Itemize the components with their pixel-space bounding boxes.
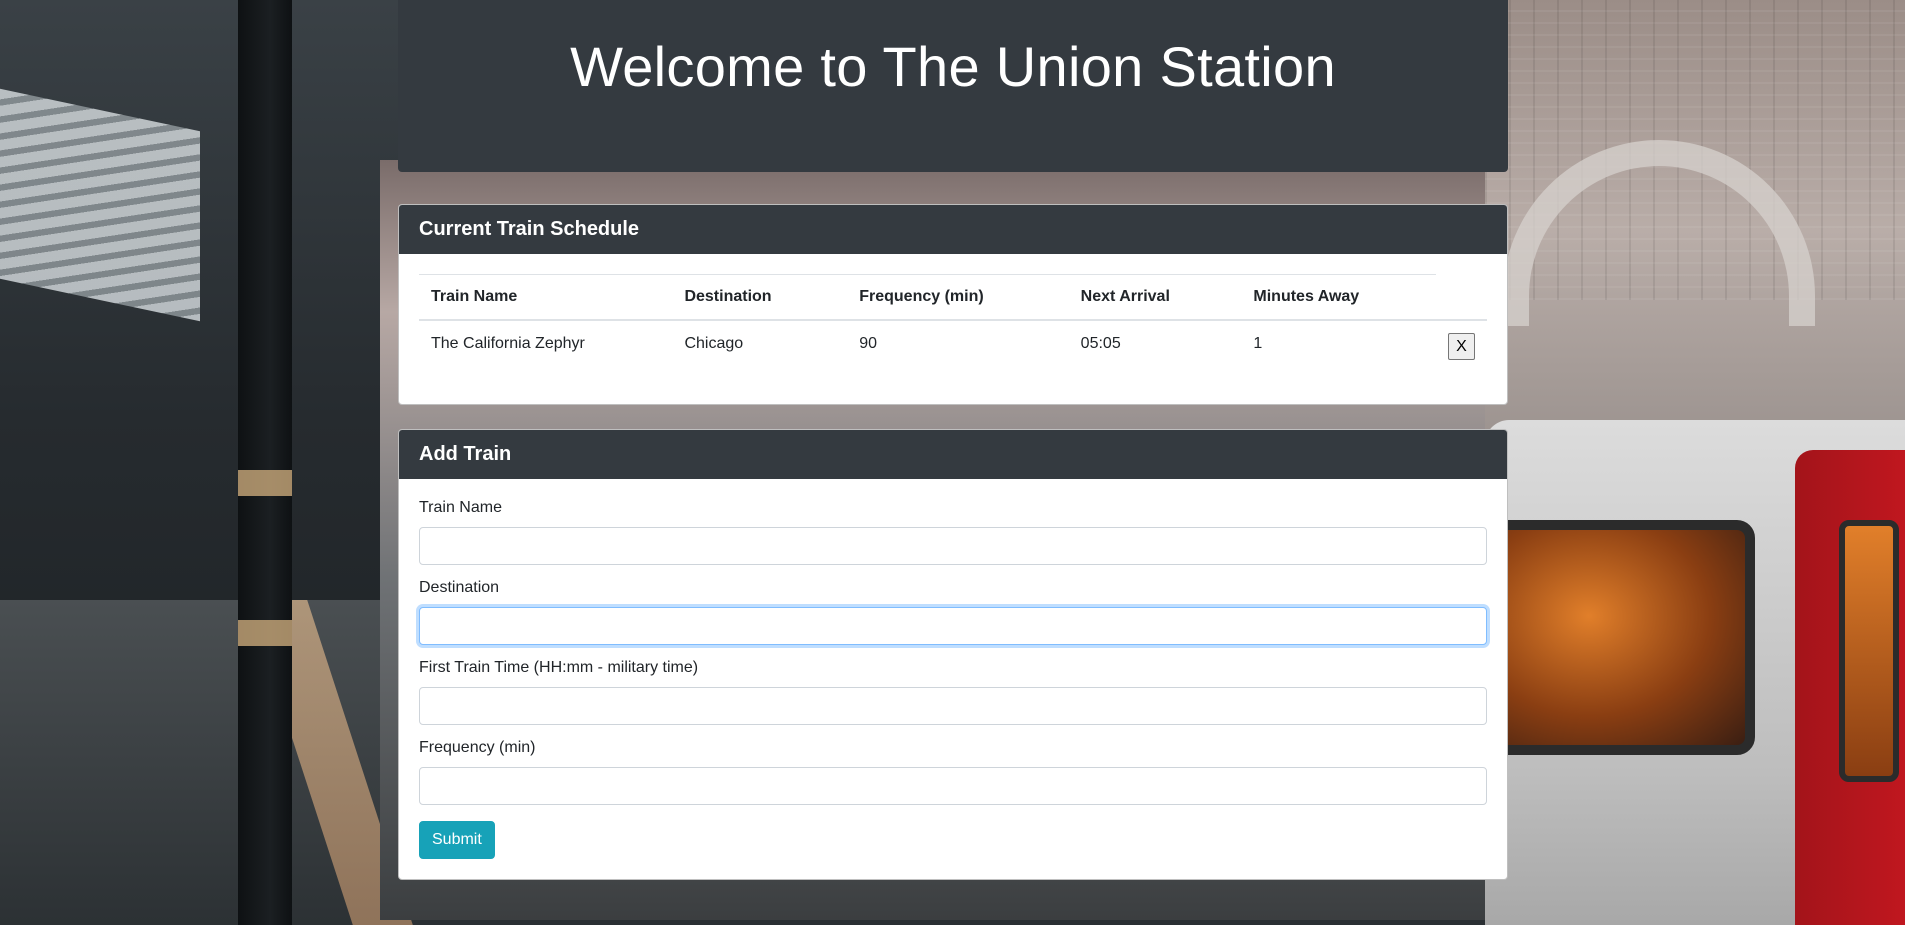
column-header-frequency: Frequency (min): [847, 274, 1069, 321]
cell-frequency: 90: [859, 335, 878, 352]
add-train-form: Train Name Destination First Train Time …: [399, 479, 1507, 879]
form-group-destination: Destination: [419, 579, 1487, 645]
pillar-band: [238, 620, 292, 646]
schedule-card: Current Train Schedule Train Name Destin…: [398, 204, 1508, 405]
schedule-table: Train Name Destination Frequency (min) N…: [419, 274, 1487, 374]
schedule-card-body: Train Name Destination Frequency (min) N…: [399, 254, 1507, 404]
form-group-frequency: Frequency (min): [419, 739, 1487, 805]
table-header-row: Train Name Destination Frequency (min) N…: [419, 274, 1487, 321]
destination-label: Destination: [419, 579, 500, 596]
main-container: Welcome to The Union Station Current Tra…: [398, 0, 1508, 880]
column-header-actions: [1436, 274, 1487, 321]
pillar-band: [238, 470, 292, 496]
cell-train-name: The California Zephyr: [431, 335, 585, 352]
train-name-label: Train Name: [419, 499, 502, 516]
add-train-card: Add Train Train Name Destination First T…: [398, 429, 1508, 880]
cell-actions: X: [1436, 320, 1487, 374]
cell-destination: Chicago: [684, 335, 744, 352]
train-door-window: [1839, 520, 1899, 782]
page-title: Welcome to The Union Station: [570, 35, 1336, 98]
station-pillar: [238, 0, 292, 925]
train-name-input[interactable]: [419, 527, 1487, 565]
frequency-input[interactable]: [419, 767, 1487, 805]
frequency-label: Frequency (min): [419, 739, 536, 756]
submit-button[interactable]: Submit: [419, 821, 495, 859]
add-train-card-header: Add Train: [399, 430, 1507, 479]
jumbotron: Welcome to The Union Station: [398, 0, 1508, 172]
first-train-time-label: First Train Time (HH:mm - military time): [419, 659, 699, 676]
column-header-destination: Destination: [672, 274, 848, 321]
remove-train-button[interactable]: X: [1448, 333, 1475, 360]
column-header-next-arrival: Next Arrival: [1068, 274, 1242, 321]
cell-minutes-away: 1: [1253, 335, 1263, 352]
cell-next-arrival: 05:05: [1080, 335, 1121, 352]
destination-input[interactable]: [419, 607, 1487, 645]
form-group-first-train-time: First Train Time (HH:mm - military time): [419, 659, 1487, 725]
train-window: [1475, 520, 1755, 755]
column-header-train-name: Train Name: [419, 274, 673, 321]
table-row: The California Zephyr Chicago 90 05:05 1…: [419, 320, 1487, 374]
form-group-train-name: Train Name: [419, 499, 1487, 565]
first-train-time-input[interactable]: [419, 687, 1487, 725]
schedule-card-header: Current Train Schedule: [399, 205, 1507, 254]
column-header-minutes-away: Minutes Away: [1241, 274, 1436, 321]
